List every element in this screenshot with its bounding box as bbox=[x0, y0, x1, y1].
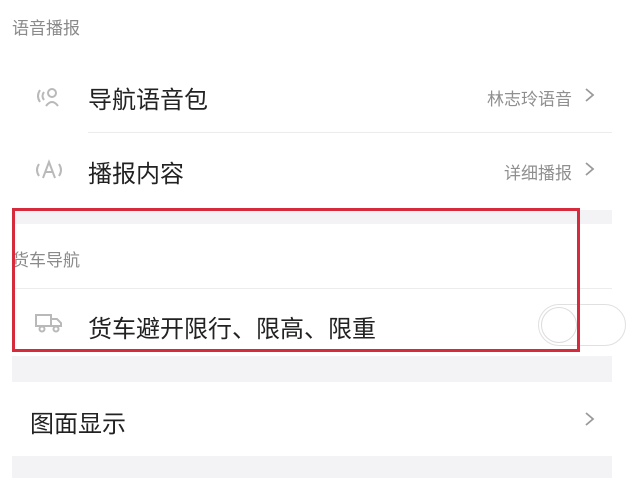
voice-pack-icon bbox=[34, 82, 62, 110]
row-broadcast-content[interactable]: 播报内容 详细播报 bbox=[12, 134, 612, 206]
settings-list: 语音播报 导航语音包 林志玲语音 播报内容 详细播报 货车导航 货车避开限行、限… bbox=[12, 0, 626, 478]
chevron-right-icon bbox=[585, 88, 595, 102]
chevron-right-icon bbox=[585, 412, 595, 426]
section-header-truck: 货车导航 bbox=[12, 251, 80, 271]
divider bbox=[88, 132, 612, 133]
section-separator bbox=[12, 356, 612, 382]
chevron-right-icon bbox=[585, 162, 595, 176]
map-display-label: 图面显示 bbox=[30, 410, 126, 438]
row-map-display[interactable]: 图面显示 bbox=[12, 382, 612, 454]
broadcast-content-label: 播报内容 bbox=[88, 160, 184, 188]
row-truck-avoid: 货车避开限行、限高、限重 bbox=[12, 292, 626, 356]
divider bbox=[12, 288, 612, 289]
truck-icon bbox=[34, 310, 64, 334]
section-separator bbox=[12, 210, 612, 224]
section-separator bbox=[12, 456, 612, 478]
broadcast-content-value: 详细播报 bbox=[504, 164, 572, 184]
voice-pack-label: 导航语音包 bbox=[88, 86, 208, 114]
toggle-knob bbox=[541, 307, 577, 343]
settings-page: 语音播报 导航语音包 林志玲语音 播报内容 详细播报 货车导航 货车避开限行、限… bbox=[0, 0, 634, 478]
truck-avoid-toggle[interactable] bbox=[538, 304, 626, 346]
section-header-voice: 语音播报 bbox=[12, 19, 80, 39]
broadcast-icon bbox=[34, 156, 64, 184]
voice-pack-value: 林志玲语音 bbox=[487, 90, 572, 110]
truck-avoid-label: 货车避开限行、限高、限重 bbox=[88, 315, 376, 343]
row-voice-pack[interactable]: 导航语音包 林志玲语音 bbox=[12, 60, 612, 132]
